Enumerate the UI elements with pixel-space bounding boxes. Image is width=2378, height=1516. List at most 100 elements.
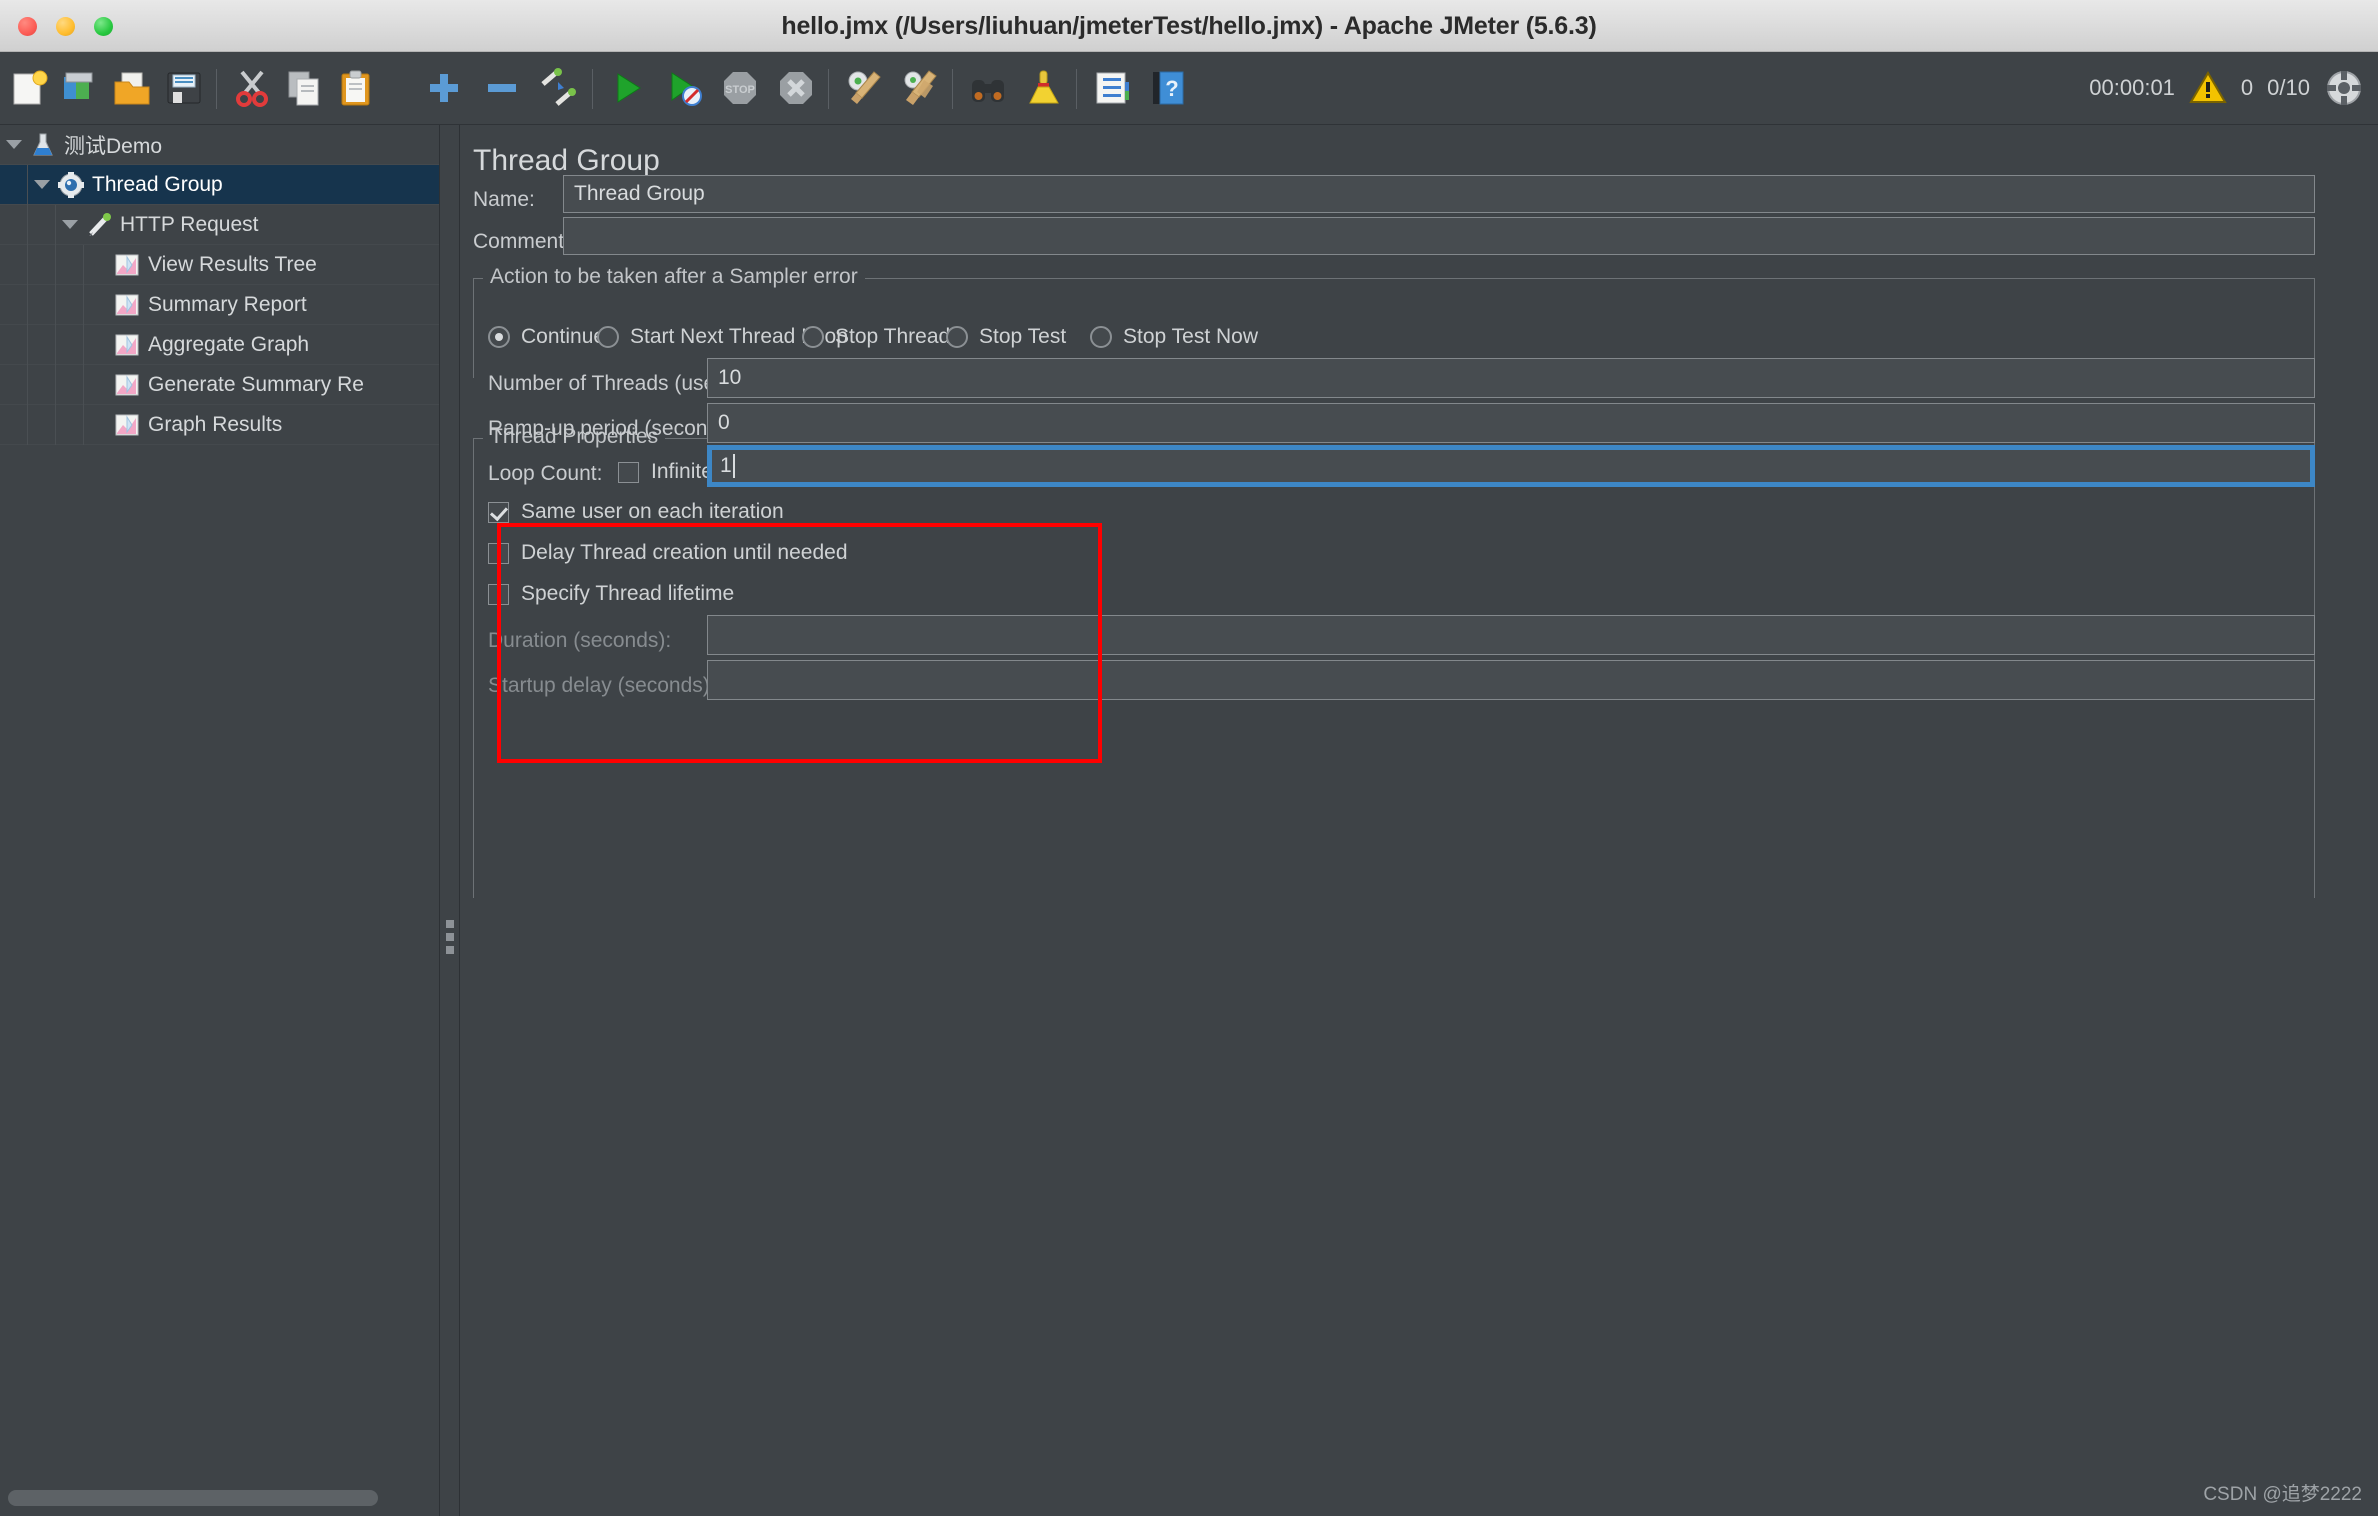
tree-node-1[interactable]: Thread Group: [0, 164, 439, 205]
ramp-up-period-input[interactable]: 0: [707, 403, 2315, 443]
tree-node-3[interactable]: View Results Tree: [0, 244, 439, 285]
toggle-button[interactable]: [534, 64, 582, 112]
listener-chart-icon: [112, 412, 142, 438]
tree-indent-guide: [0, 244, 28, 285]
tree-indent-guide: [28, 204, 56, 245]
shutdown-button[interactable]: [772, 64, 820, 112]
page-title: Thread Group: [473, 144, 660, 177]
radio-label: Continue: [521, 325, 606, 348]
checkbox-indicator[interactable]: [488, 542, 509, 564]
checkbox-indicator[interactable]: [488, 501, 509, 523]
help-button[interactable]: ?: [1144, 64, 1192, 112]
loop-count-input[interactable]: 1: [707, 445, 2315, 487]
toolbar-separator-5: [1076, 69, 1077, 109]
radio-label: Stop Thread: [835, 325, 951, 348]
tree-indent-guide: [28, 324, 56, 365]
panel-splitter[interactable]: [441, 125, 460, 1516]
sampler-error-radio-2[interactable]: Stop Thread: [802, 325, 950, 349]
clear-all-button[interactable]: [896, 64, 944, 112]
test-plan-flask-icon: [28, 132, 58, 158]
save-diskette-icon: [167, 72, 201, 104]
radio-indicator[interactable]: [597, 326, 619, 348]
new-test-plan-button[interactable]: [4, 64, 52, 112]
tree-indent-guide: [56, 244, 84, 285]
remote-engines-icon[interactable]: [2324, 68, 2364, 108]
tree-indent-guide: [0, 324, 28, 365]
tree-indent-guide: [84, 285, 112, 325]
templates-icon: [64, 72, 93, 99]
radio-indicator[interactable]: [946, 326, 968, 348]
search-button[interactable]: [964, 64, 1012, 112]
green-play-icon: [617, 73, 641, 103]
listener-chart-icon: [115, 254, 139, 275]
radio-indicator[interactable]: [488, 326, 510, 348]
stop-button[interactable]: STOP: [716, 64, 764, 112]
sampler-error-radio-3[interactable]: Stop Test: [946, 325, 1066, 349]
tree-horizontal-scrollbar[interactable]: [8, 1490, 378, 1506]
tree-node-label: Graph Results: [148, 412, 283, 436]
tree-indent-guide: [0, 164, 28, 205]
thread-option-checkbox-1[interactable]: Delay Thread creation until needed: [488, 541, 848, 565]
start-button[interactable]: [604, 64, 652, 112]
tree-node-2[interactable]: HTTP Request: [0, 204, 439, 245]
scissors-icon: [236, 70, 268, 107]
name-input[interactable]: Thread Group: [563, 175, 2315, 213]
tree-indent-guide: [28, 284, 56, 325]
copy-button[interactable]: [280, 64, 328, 112]
tree-indent-guide: [56, 364, 84, 405]
listener-chart-icon: [115, 294, 139, 315]
tree-indent-guide: [28, 244, 56, 285]
sampler-error-radio-4[interactable]: Stop Test Now: [1090, 325, 1258, 349]
checkbox-indicator[interactable]: [488, 583, 509, 605]
tree-node-0[interactable]: 测试Demo: [0, 125, 439, 165]
save-button[interactable]: [160, 64, 208, 112]
number-of-threads-input[interactable]: 10: [707, 358, 2315, 398]
duration-input[interactable]: [707, 615, 2315, 655]
infinite-checkbox-box[interactable]: [618, 461, 639, 483]
comments-input[interactable]: [563, 217, 2315, 255]
function-helper-button[interactable]: [1088, 64, 1136, 112]
tree-expand-arrow-icon[interactable]: [0, 140, 28, 149]
clear-button[interactable]: [840, 64, 888, 112]
http-request-pen-icon: [84, 212, 114, 238]
start-no-timers-button[interactable]: [660, 64, 708, 112]
radio-indicator[interactable]: [1090, 326, 1112, 348]
test-plan-flask-icon: [33, 133, 53, 155]
tree-node-5[interactable]: Aggregate Graph: [0, 324, 439, 365]
tree-node-4[interactable]: Summary Report: [0, 284, 439, 325]
loop-count-label: Loop Count:: [488, 462, 603, 485]
toolbar-status-cluster: 00:00:01 0 0/10: [2089, 64, 2364, 112]
test-plan-tree[interactable]: 测试Demo Thread Group HTTP Request View Resul…: [0, 125, 440, 1516]
open-button[interactable]: [108, 64, 156, 112]
paste-button[interactable]: [332, 64, 380, 112]
startup-delay-input[interactable]: [707, 660, 2315, 700]
thread-option-checkbox-2[interactable]: Specify Thread lifetime: [488, 582, 734, 606]
sampler-error-radio-0[interactable]: Continue: [488, 325, 605, 349]
tree-node-label: View Results Tree: [148, 252, 317, 276]
loop-count-value: 1: [720, 454, 732, 477]
minus-icon: [488, 84, 516, 92]
thread-group-editor: Thread Group Name: Thread Group Comments…: [460, 125, 2378, 1516]
listener-chart-icon: [112, 332, 142, 358]
tree-node-6[interactable]: Generate Summary Re: [0, 364, 439, 405]
reset-search-button[interactable]: [1020, 64, 1068, 112]
thread-option-checkbox-0[interactable]: Same user on each iteration: [488, 500, 784, 524]
tree-node-label: Summary Report: [148, 292, 307, 316]
tree-indent-guide: [28, 404, 56, 445]
cut-button[interactable]: [228, 64, 276, 112]
tree-expand-arrow-icon[interactable]: [56, 220, 84, 229]
expand-all-button[interactable]: [420, 64, 468, 112]
splitter-grip[interactable]: [446, 920, 454, 954]
templates-button[interactable]: [56, 64, 104, 112]
tree-indent-guide: [84, 245, 112, 285]
radio-indicator[interactable]: [802, 326, 824, 348]
tree-indent-guide: [84, 365, 112, 405]
warning-triangle-icon[interactable]: [2189, 71, 2227, 105]
tree-expand-arrow-icon[interactable]: [28, 180, 56, 189]
tree-indent-guide: [0, 404, 28, 445]
collapse-all-button[interactable]: [478, 64, 526, 112]
tree-indent-guide: [28, 364, 56, 405]
stop-sign-icon: STOP: [724, 72, 756, 104]
tree-node-7[interactable]: Graph Results: [0, 404, 439, 445]
infinite-checkbox[interactable]: Infinite: [618, 460, 713, 484]
